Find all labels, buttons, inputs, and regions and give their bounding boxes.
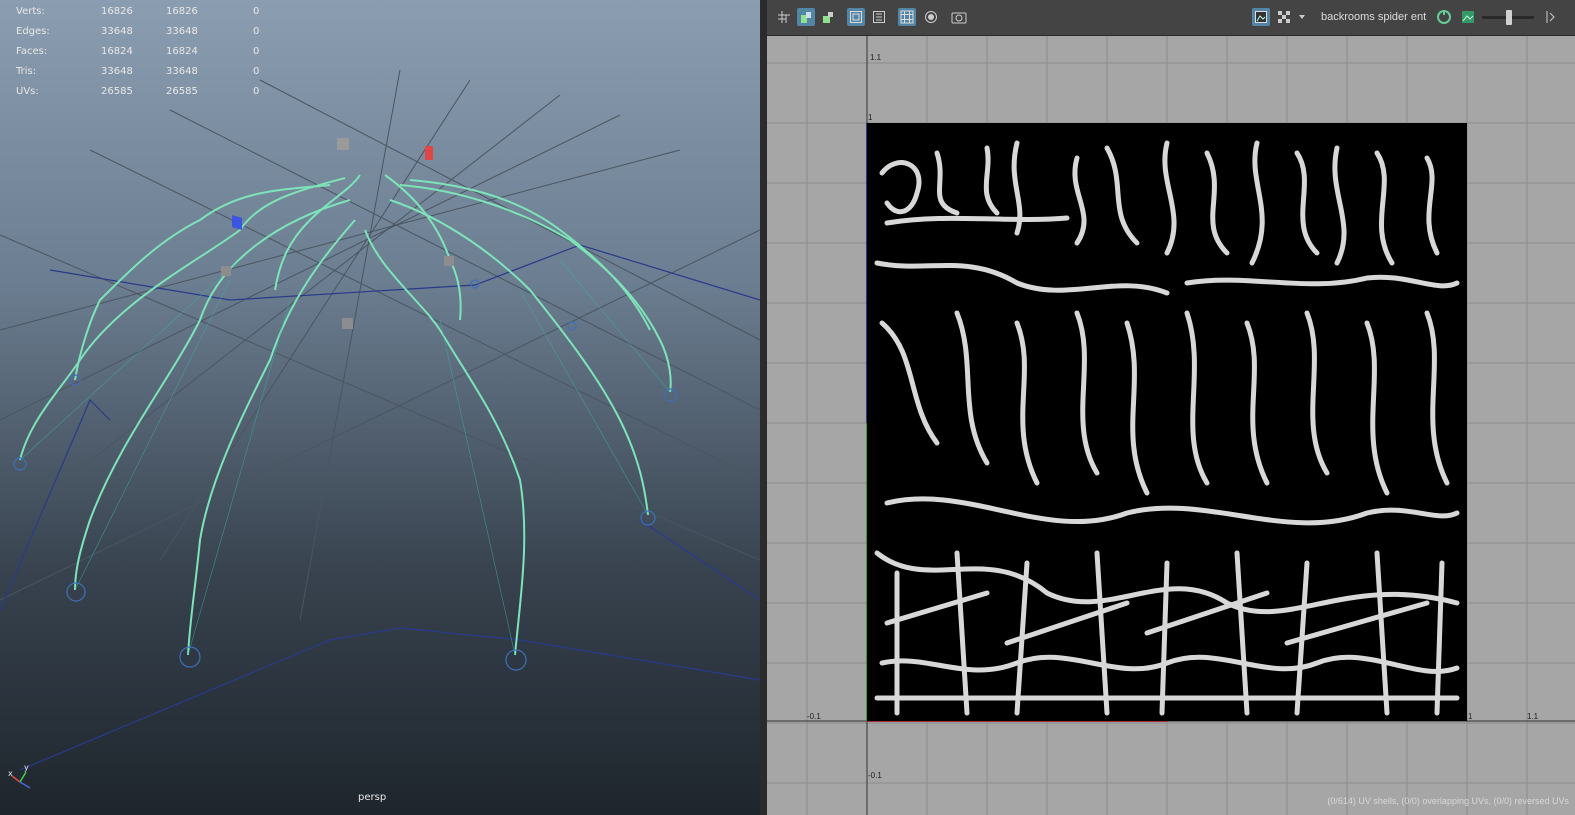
hud-row-edges: Edges: 33648 33648 0 <box>16 22 276 42</box>
tick-label-bottom: -0.1 <box>868 771 882 780</box>
uv-frame2-icon[interactable] <box>870 8 888 26</box>
uv-snapshot-icon[interactable] <box>950 8 968 26</box>
hud-value: 26585 <box>101 86 133 97</box>
hud-value: 16824 <box>101 46 133 57</box>
hud-row-tris: Tris: 33648 33648 0 <box>16 62 276 82</box>
hud-label: Verts: <box>16 6 45 17</box>
ground-grid <box>0 69 760 621</box>
hud-value: 0 <box>253 6 260 17</box>
uv-checker-small-icon[interactable] <box>819 8 837 26</box>
axis-y-label: y <box>24 763 29 772</box>
panel-toggle-icon[interactable] <box>1543 8 1557 26</box>
uv-shade-icon[interactable] <box>797 8 815 26</box>
poly-count-hud: Verts: 16826 16826 0 Edges: 33648 33648 … <box>16 2 276 102</box>
texture-refresh-icon[interactable] <box>1435 8 1453 26</box>
hud-row-faces: Faces: 16824 16824 0 <box>16 42 276 62</box>
image-icon[interactable] <box>1459 8 1477 26</box>
uv-toolbar: backrooms spider ent <box>767 0 1575 36</box>
hud-row-verts: Verts: 16826 16826 0 <box>16 2 276 22</box>
tick-label-u1: 1 <box>1468 712 1473 721</box>
hud-value: 16826 <box>166 6 198 17</box>
hud-value: 0 <box>253 66 260 77</box>
uv-canvas[interactable]: 1.1 1 -0.1 1 1.1 -0.1 <box>767 35 1575 815</box>
tick-label-left: -0.1 <box>807 712 821 721</box>
hud-value: 16826 <box>101 6 133 17</box>
camera-name-label: persp <box>358 792 387 803</box>
panel-splitter[interactable] <box>760 0 767 815</box>
grey-locator-mid <box>342 318 353 329</box>
checker-icon[interactable] <box>1275 8 1293 26</box>
uv-grid-toggle-icon[interactable] <box>898 8 916 26</box>
hud-label: Tris: <box>16 66 37 77</box>
uv-texture-area <box>867 123 1467 721</box>
hud-value: 26585 <box>166 86 198 97</box>
hud-label: UVs: <box>16 86 39 97</box>
hud-label: Faces: <box>16 46 48 57</box>
red-locator <box>425 146 433 160</box>
hud-label: Edges: <box>16 26 50 37</box>
tick-label-right: 1.1 <box>1527 712 1539 721</box>
uv-snap-icon[interactable] <box>922 8 940 26</box>
uv-status-line: (0/614) UV shells, (0/0) overlapping UVs… <box>1327 796 1569 806</box>
viewport-scene <box>0 69 760 771</box>
exposure-slider-handle[interactable] <box>1506 10 1512 25</box>
view-axis-gizmo: x y <box>8 763 31 789</box>
perspective-viewport[interactable]: Verts: 16826 16826 0 Edges: 33648 33648 … <box>0 0 760 815</box>
texture-name-label: backrooms spider ent <box>1321 11 1427 23</box>
hud-value: 16824 <box>166 46 198 57</box>
grey-locator-top <box>337 138 349 150</box>
hud-value: 0 <box>253 86 260 97</box>
blue-locator <box>232 215 242 230</box>
hud-value: 0 <box>253 46 260 57</box>
grey-locator-left <box>221 266 231 276</box>
hud-value: 33648 <box>166 26 198 37</box>
uv-frame-icon[interactable] <box>847 8 865 26</box>
uv-editor-panel: backrooms spider ent 1.1 1 -0.1 1 1.1 -0… <box>767 0 1575 815</box>
tick-label-top: 1.1 <box>870 53 882 62</box>
leg-controls <box>13 279 678 671</box>
hud-row-uvs: UVs: 26585 26585 0 <box>16 82 276 102</box>
hud-value: 33648 <box>101 66 133 77</box>
image-display-icon[interactable] <box>1252 8 1270 26</box>
grey-locator-right <box>444 256 454 266</box>
dropdown-arrow-icon[interactable] <box>1296 8 1308 26</box>
uv-grid-icon[interactable] <box>775 8 793 26</box>
hud-value: 33648 <box>166 66 198 77</box>
hud-value: 33648 <box>101 26 133 37</box>
hud-value: 0 <box>253 26 260 37</box>
tick-label-v1: 1 <box>868 113 873 122</box>
axis-x-label: x <box>8 769 13 778</box>
